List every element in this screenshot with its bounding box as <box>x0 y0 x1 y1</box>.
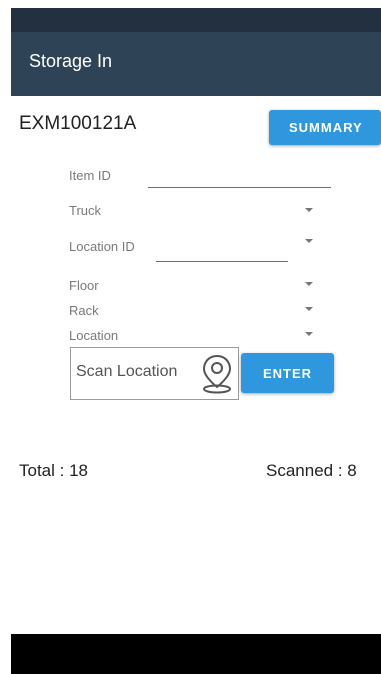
location-dropdown-arrow-icon[interactable] <box>305 332 313 336</box>
truck-label: Truck <box>69 203 102 218</box>
summary-button[interactable]: SUMMARY <box>269 110 381 145</box>
floor-label: Floor <box>69 278 99 293</box>
navigation-bar <box>11 634 381 674</box>
rack-dropdown-arrow-icon[interactable] <box>305 307 313 311</box>
location-id-label: Location ID <box>69 239 135 254</box>
location-label: Location <box>69 328 119 343</box>
location-id-input[interactable] <box>156 261 288 262</box>
enter-button[interactable]: ENTER <box>241 353 334 393</box>
scan-location-placeholder: Scan Location <box>76 363 178 380</box>
app-frame: Storage In EXM100121A SUMMARY Item ID Tr… <box>11 8 381 674</box>
rack-label: Rack <box>69 303 99 318</box>
document-id: EXM100121A <box>19 113 137 134</box>
scanned-count: Scanned : 8 <box>266 461 357 480</box>
app-title: Storage In <box>29 51 113 71</box>
item-id-input[interactable] <box>148 187 331 188</box>
truck-dropdown-arrow-icon[interactable] <box>305 208 313 212</box>
status-bar <box>11 8 381 32</box>
location-id-dropdown-arrow-icon[interactable] <box>305 239 313 243</box>
item-id-label: Item ID <box>69 168 111 183</box>
scan-location-input[interactable]: Scan Location <box>70 347 239 400</box>
location-pin-icon[interactable] <box>200 353 234 400</box>
total-count: Total : 18 <box>19 461 88 480</box>
floor-dropdown-arrow-icon[interactable] <box>305 282 313 286</box>
